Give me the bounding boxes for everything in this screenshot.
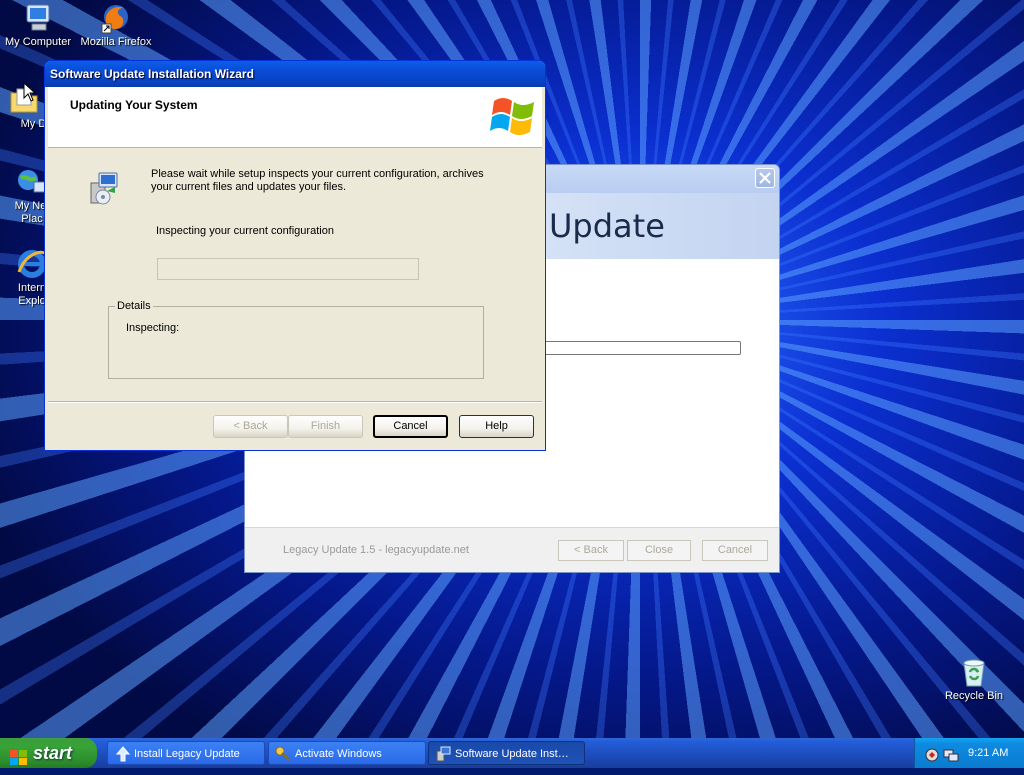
details-groupbox <box>108 306 484 379</box>
legacy-update-footer-text: Legacy Update 1.5 - legacyupdate.net <box>283 544 469 556</box>
legacy-update-close-button[interactable] <box>755 168 775 188</box>
legacy-cancel-button[interactable]: Cancel <box>702 540 768 561</box>
details-text: Inspecting: <box>126 322 180 334</box>
legacy-back-button[interactable]: < Back <box>558 540 624 561</box>
setup-small-icon <box>435 746 451 764</box>
wizard-header-title: Updating Your System <box>70 98 198 112</box>
wizard-help-button[interactable]: Help <box>459 415 534 438</box>
start-label: start <box>33 743 73 763</box>
windows-logo-icon <box>490 91 538 139</box>
wizard-message: Please wait while setup inspects your cu… <box>151 168 484 193</box>
wizard-back-button[interactable]: < Back <box>213 415 288 438</box>
taskbar-item-label: Activate Windows <box>295 748 382 760</box>
legacy-update-heading: Update <box>549 207 665 245</box>
legacy-update-footer-separator <box>245 527 779 528</box>
keys-icon <box>275 746 291 764</box>
wizard-footer-separator <box>48 401 542 403</box>
close-icon <box>759 172 771 184</box>
taskbar-item-software-update[interactable]: Software Update Inst… <box>428 741 585 765</box>
wizard-titlebar[interactable]: Software Update Installation Wizard <box>45 61 545 87</box>
computer-icon <box>22 2 54 34</box>
desktop-icon-my-computer[interactable]: My Computer <box>0 2 78 49</box>
details-legend: Details <box>115 300 153 312</box>
legacy-update-progress-bar <box>541 341 741 355</box>
desktop: My Computer Mozilla Firefox My Docu My N… <box>0 0 1024 738</box>
taskbar-item-activate-windows[interactable]: Activate Windows <box>268 741 426 765</box>
firefox-icon <box>100 2 132 34</box>
wizard-window: Software Update Installation Wizard Upda… <box>44 60 546 451</box>
security-center-icon[interactable] <box>925 745 939 775</box>
wizard-header: Updating Your System <box>48 87 542 148</box>
legacy-close-button[interactable]: Close <box>627 540 691 561</box>
desktop-icon-label: Mozilla Firefox <box>80 36 152 48</box>
wizard-finish-button[interactable]: Finish <box>288 415 363 438</box>
desktop-icon-label: Recycle Bin <box>944 690 1004 702</box>
desktop-icon-mozilla-firefox[interactable]: Mozilla Firefox <box>76 2 156 49</box>
clock[interactable]: 9:21 AM <box>968 738 1008 768</box>
wizard-cancel-button[interactable]: Cancel <box>373 415 448 438</box>
wizard-progress-bar <box>157 258 419 280</box>
wizard-status-text: Inspecting your current configuration <box>156 225 334 237</box>
taskbar-item-label: Install Legacy Update <box>134 748 240 760</box>
network-tray-icon[interactable] <box>943 745 959 775</box>
recycle-bin-icon <box>958 656 990 688</box>
taskbar: start Install Legacy Update Activate Win… <box>0 738 1024 768</box>
taskbar-item-install-legacy-update[interactable]: Install Legacy Update <box>107 741 265 765</box>
windows-flag-icon <box>10 745 28 765</box>
up-arrow-icon <box>115 746 131 764</box>
taskbar-item-label: Software Update Inst… <box>455 748 569 760</box>
setup-icon <box>85 171 121 207</box>
system-tray: 9:21 AM <box>914 738 1024 768</box>
start-button[interactable]: start <box>0 738 97 768</box>
desktop-icon-recycle-bin[interactable]: Recycle Bin <box>934 656 1014 703</box>
desktop-icon-label: My Computer <box>4 36 72 48</box>
mouse-cursor-icon <box>23 81 37 102</box>
